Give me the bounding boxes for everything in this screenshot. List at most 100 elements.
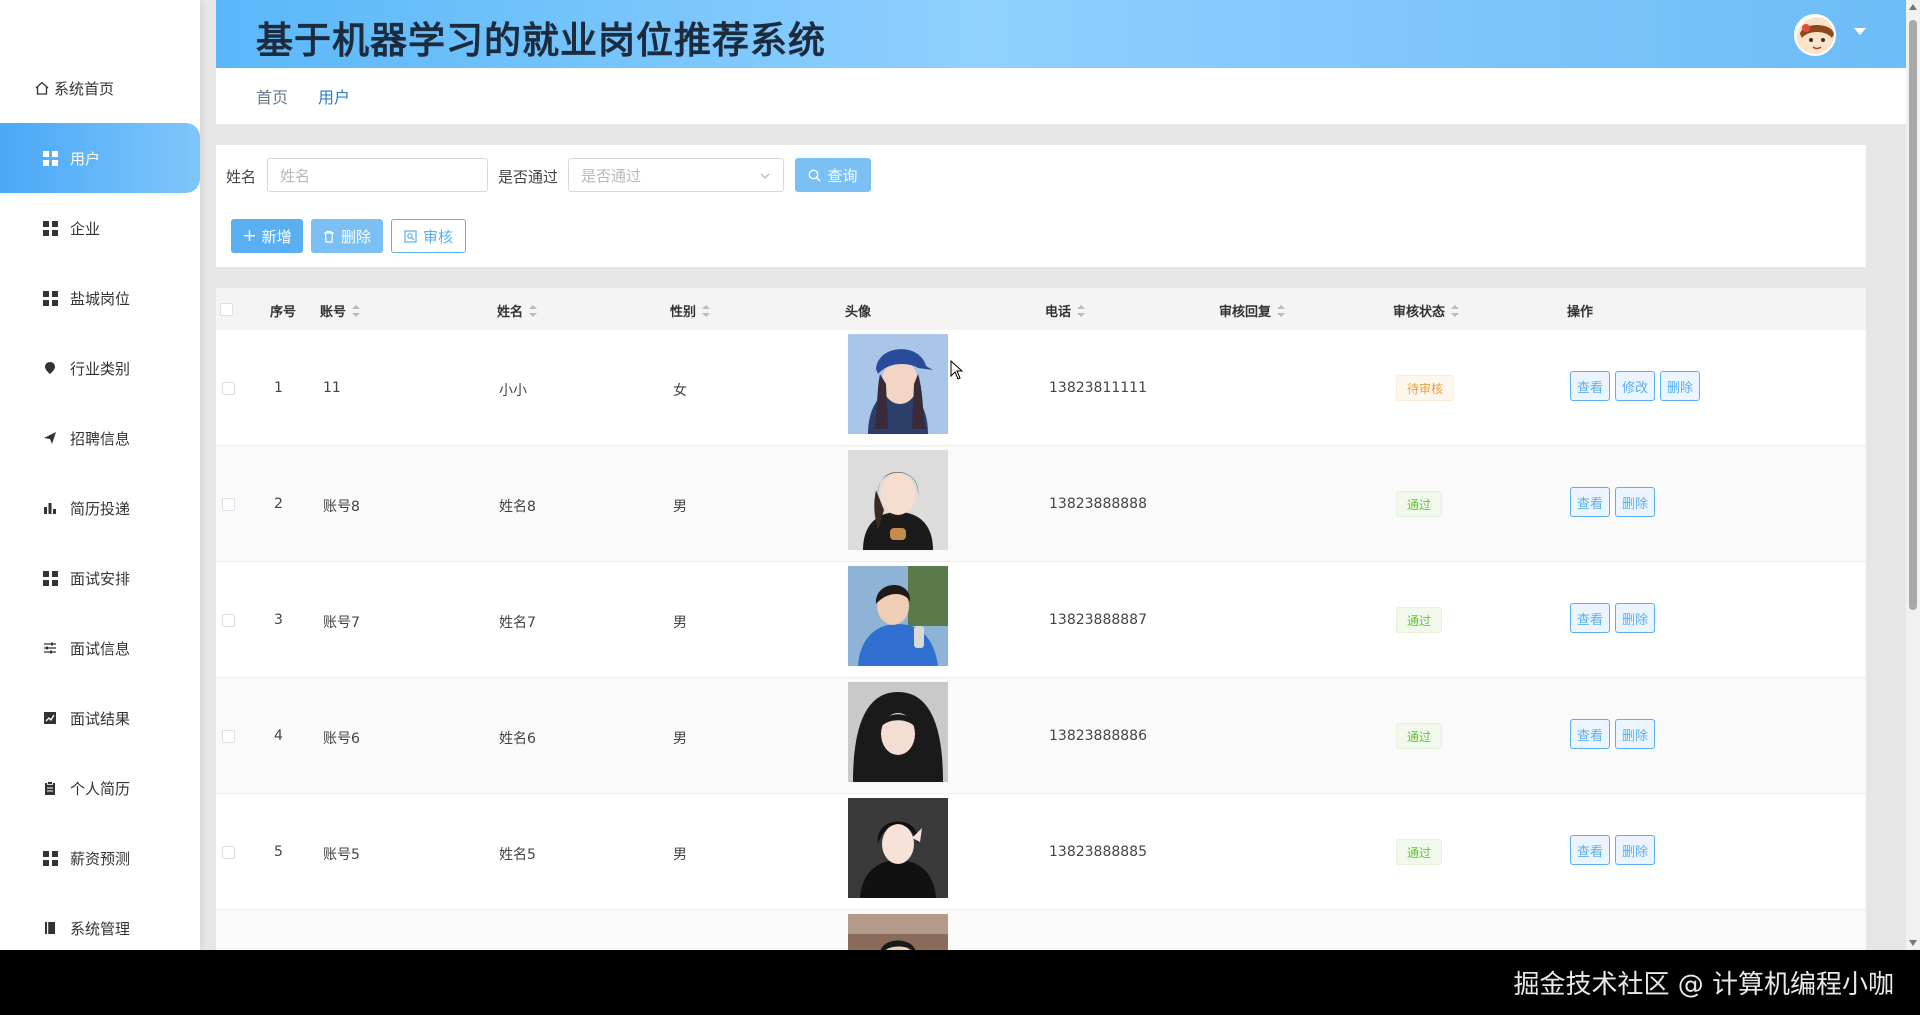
cell-account: 账号8 bbox=[323, 499, 360, 515]
sidebar-item-interview-info[interactable]: 面试信息 bbox=[0, 613, 200, 683]
status-badge: 待审核 bbox=[1396, 375, 1455, 401]
header-reply[interactable]: 审核回复 bbox=[1219, 301, 1286, 320]
chevron-down-icon bbox=[759, 168, 771, 186]
sort-icon[interactable] bbox=[352, 304, 361, 317]
sidebar-item-label: 个人简历 bbox=[70, 779, 131, 798]
sort-icon[interactable] bbox=[1451, 304, 1460, 317]
delete-button[interactable]: 删除 bbox=[311, 219, 383, 253]
view-button[interactable]: 查看 bbox=[1570, 371, 1610, 401]
sidebar-item-industry[interactable]: 行业类别 bbox=[0, 333, 200, 403]
sidebar-item-label: 系统管理 bbox=[70, 919, 131, 938]
add-button[interactable]: + 新增 bbox=[231, 219, 303, 253]
pass-select[interactable]: 是否通过 bbox=[568, 158, 784, 192]
header-phone[interactable]: 电话 bbox=[1045, 301, 1086, 320]
row-checkbox[interactable] bbox=[222, 498, 235, 511]
view-button[interactable]: 查看 bbox=[1570, 487, 1610, 517]
home-icon bbox=[34, 80, 50, 96]
user-avatar[interactable] bbox=[1794, 14, 1836, 56]
sort-icon[interactable] bbox=[1077, 304, 1086, 317]
status-badge: 通过 bbox=[1396, 839, 1443, 865]
view-button[interactable]: 查看 bbox=[1570, 603, 1610, 633]
header-status[interactable]: 审核状态 bbox=[1393, 301, 1460, 320]
query-button[interactable]: 查询 bbox=[795, 158, 871, 192]
sidebar-item-label: 薪资预测 bbox=[70, 849, 131, 868]
header-account-label: 账号 bbox=[320, 305, 347, 320]
sidebar-item-home[interactable]: 系统首页 bbox=[0, 53, 200, 123]
header-gender[interactable]: 性别 bbox=[670, 301, 711, 320]
header-status-label: 审核状态 bbox=[1393, 305, 1446, 320]
sidebar-item-enterprise[interactable]: 企业 bbox=[0, 193, 200, 263]
delete-row-button[interactable]: 删除 bbox=[1615, 719, 1655, 749]
cell-phone: 13823811111 bbox=[1049, 380, 1147, 396]
sidebar-item-salary-predict[interactable]: 薪资预测 bbox=[0, 823, 200, 893]
breadcrumb-home[interactable]: 首页 bbox=[256, 84, 288, 108]
row-checkbox[interactable] bbox=[222, 730, 235, 743]
sort-icon[interactable] bbox=[702, 304, 711, 317]
sidebar-item-personal-resume[interactable]: 个人简历 bbox=[0, 753, 200, 823]
cell-gender: 女 bbox=[673, 383, 687, 399]
cell-account: 账号6 bbox=[323, 731, 360, 747]
sort-icon[interactable] bbox=[529, 304, 538, 317]
name-search-input[interactable]: 姓名 bbox=[267, 158, 488, 192]
delete-button-label: 删除 bbox=[340, 227, 371, 246]
grid-icon bbox=[42, 150, 58, 166]
cell-account: 账号5 bbox=[323, 847, 360, 863]
avatar-photo bbox=[848, 682, 948, 782]
scrollbar-thumb[interactable] bbox=[1909, 20, 1917, 610]
row-checkbox[interactable] bbox=[222, 382, 235, 395]
sidebar-item-users[interactable]: 用户 bbox=[0, 123, 200, 193]
chevron-down-icon[interactable] bbox=[1854, 28, 1866, 35]
edit-button[interactable]: 修改 bbox=[1615, 371, 1655, 401]
avatar-photo bbox=[848, 450, 948, 550]
cell-name: 姓名8 bbox=[499, 499, 536, 515]
delete-row-button[interactable]: 删除 bbox=[1660, 371, 1700, 401]
sort-icon[interactable] bbox=[1277, 304, 1286, 317]
delete-row-button[interactable]: 删除 bbox=[1615, 835, 1655, 865]
header-name-label: 姓名 bbox=[497, 305, 524, 320]
sidebar-item-interview-result[interactable]: 面试结果 bbox=[0, 683, 200, 753]
delete-row-button[interactable]: 删除 bbox=[1615, 487, 1655, 517]
scroll-up-icon[interactable] bbox=[1909, 4, 1917, 10]
sidebar-item-label: 招聘信息 bbox=[70, 429, 131, 448]
query-button-label: 查询 bbox=[827, 166, 858, 185]
line-chart-icon bbox=[42, 710, 58, 726]
plus-icon: + bbox=[242, 226, 257, 246]
sidebar-item-label: 简历投递 bbox=[70, 499, 131, 518]
sliders-icon bbox=[42, 640, 58, 656]
sidebar-item-interview-schedule[interactable]: 面试安排 bbox=[0, 543, 200, 613]
view-button[interactable]: 查看 bbox=[1570, 719, 1610, 749]
avatar-photo bbox=[848, 566, 948, 666]
bar-chart-icon bbox=[42, 500, 58, 516]
header-index-label: 序号 bbox=[270, 305, 297, 320]
vertical-scrollbar[interactable] bbox=[1906, 0, 1920, 950]
sidebar-item-resume-delivery[interactable]: 简历投递 bbox=[0, 473, 200, 543]
cell-account: 11 bbox=[323, 380, 341, 396]
review-button[interactable]: 审核 bbox=[391, 219, 466, 253]
header-name[interactable]: 姓名 bbox=[497, 301, 538, 320]
sidebar-item-label: 企业 bbox=[70, 219, 101, 238]
delete-row-button[interactable]: 删除 bbox=[1615, 603, 1655, 633]
sidebar-item-label: 行业类别 bbox=[70, 359, 131, 378]
row-checkbox[interactable] bbox=[222, 846, 235, 859]
sidebar-item-label: 面试结果 bbox=[70, 709, 131, 728]
grid-icon bbox=[42, 290, 58, 306]
view-button[interactable]: 查看 bbox=[1570, 835, 1610, 865]
table-row bbox=[216, 910, 1866, 950]
pin-icon bbox=[42, 360, 58, 376]
row-checkbox[interactable] bbox=[222, 614, 235, 627]
table-row: 1 11 小小 女 13823811111 待审核 查看 修改 删除 bbox=[216, 330, 1866, 446]
sidebar-item-jobs[interactable]: 盐城岗位 bbox=[0, 263, 200, 333]
scroll-down-icon[interactable] bbox=[1909, 940, 1917, 946]
select-all-checkbox[interactable] bbox=[220, 303, 233, 316]
trash-icon bbox=[323, 230, 335, 243]
avatar-photo bbox=[848, 798, 948, 898]
send-icon bbox=[42, 430, 58, 446]
sidebar-item-recruit[interactable]: 招聘信息 bbox=[0, 403, 200, 473]
header-account[interactable]: 账号 bbox=[320, 301, 361, 320]
cell-gender: 男 bbox=[673, 615, 687, 631]
watermark-text: 掘金技术社区 @ 计算机编程小咖 bbox=[1513, 970, 1894, 1000]
review-button-label: 审核 bbox=[422, 227, 453, 246]
cell-phone: 13823888885 bbox=[1049, 844, 1147, 860]
clipboard-icon bbox=[42, 780, 58, 796]
cell-name: 姓名7 bbox=[499, 615, 536, 631]
